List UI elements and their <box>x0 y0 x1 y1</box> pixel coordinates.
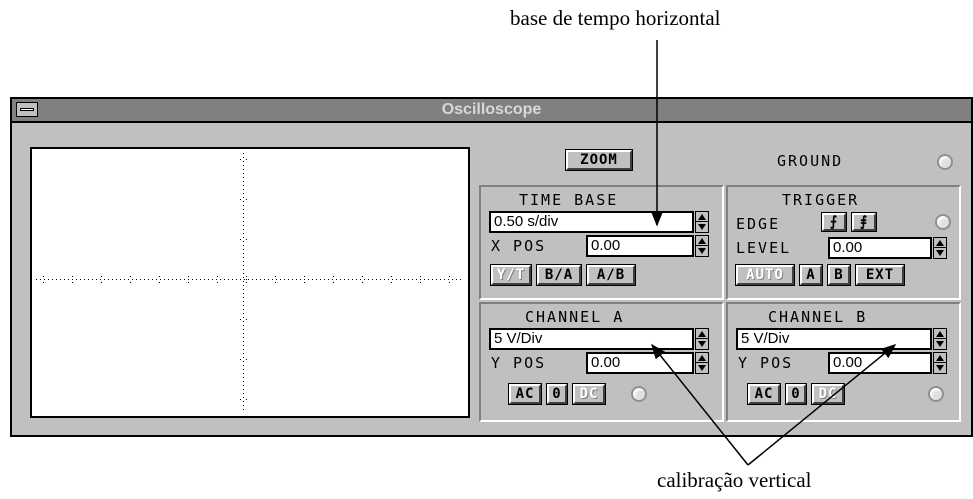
annotation-arrows <box>651 40 897 466</box>
